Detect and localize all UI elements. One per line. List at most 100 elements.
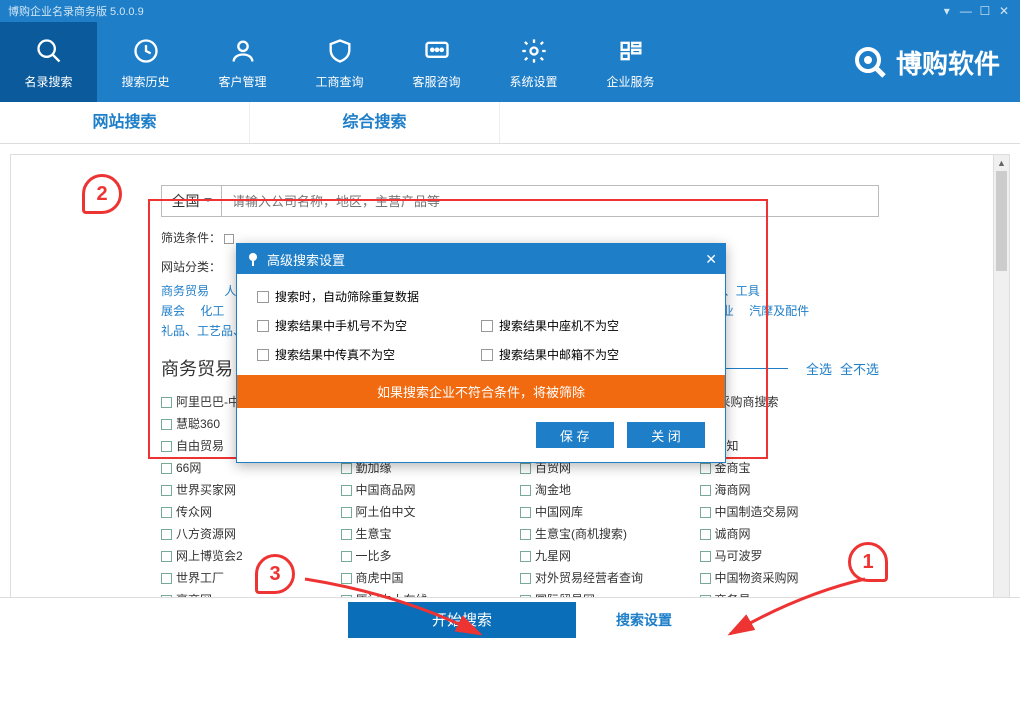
grid-cell: 悉知 [700,435,880,457]
site-checkbox[interactable] [161,419,172,430]
nav-support[interactable]: 客服咨询 [388,22,485,102]
scrollbar[interactable]: ▲ ▼ [993,155,1009,630]
nav-search[interactable]: 名录搜索 [0,22,97,102]
scroll-up-icon[interactable]: ▲ [994,155,1009,171]
grid-cell: 八方资源网 [161,523,341,545]
grid-row: 网上博览会2一比多九星网马可波罗 [161,545,879,567]
shield-icon [324,35,356,67]
site-checkbox[interactable] [700,463,711,474]
opt-fax-checkbox[interactable] [257,349,269,361]
filter-label: 筛选条件： [161,229,221,246]
bottom-bar: 开始搜索 搜索设置 [0,597,1020,641]
modal-close-icon[interactable]: ✕ [705,251,717,268]
nav-enterprise[interactable]: 企业服务 [582,22,679,102]
site-checkbox[interactable] [161,529,172,540]
site-checkbox[interactable] [700,573,711,584]
site-checkbox[interactable] [161,463,172,474]
grid-row: 世界买家网中国商品网淘金地海商网 [161,479,879,501]
cat-link[interactable]: 礼品、工艺品、 [161,324,245,338]
close-button[interactable]: 关 闭 [627,422,705,448]
site-checkbox[interactable] [700,485,711,496]
grid-cell: 中国网库 [520,501,700,523]
cat-link[interactable]: 商务贸易 [161,284,209,298]
cat-link[interactable]: 汽摩及配件 [749,304,809,318]
opt-label: 搜索结果中邮箱不为空 [499,346,619,363]
select-all[interactable]: 全选 [806,359,832,378]
site-label: 中国商品网 [356,479,416,501]
site-checkbox[interactable] [341,551,352,562]
site-checkbox[interactable] [161,507,172,518]
opt-landline-checkbox[interactable] [481,320,493,332]
grid-cell: 诚商网 [700,523,880,545]
grid-cell: 商虎中国 [341,567,521,589]
site-checkbox[interactable] [341,507,352,518]
site-checkbox[interactable] [520,529,531,540]
maximize-icon[interactable]: ☐ [977,4,993,18]
site-label: 诚商网 [715,523,751,545]
site-label: 阿土伯中文 [356,501,416,523]
site-checkbox[interactable] [700,551,711,562]
cat-link[interactable]: 化工 [200,304,224,318]
nav-label: 名录搜索 [24,73,72,90]
grid-cell: 淘金地 [520,479,700,501]
brand-logo: 博购软件 [852,44,1020,81]
opt-dedup-checkbox[interactable] [257,291,269,303]
grid-cell: 九星网 [520,545,700,567]
nav-business[interactable]: 工商查询 [291,22,388,102]
nav-customers[interactable]: 客户管理 [194,22,291,102]
grid-cell: 阿土伯中文 [341,501,521,523]
site-checkbox[interactable] [341,463,352,474]
grid-cell: 传众网 [161,501,341,523]
grid-cell: 生意宝(商机搜索) [520,523,700,545]
opt-label: 搜索时，自动筛除重复数据 [275,288,419,305]
start-search-button[interactable]: 开始搜索 [348,602,576,638]
clock-icon [130,35,162,67]
chat-icon [421,35,453,67]
site-label: 中国网库 [535,501,583,523]
nav-history[interactable]: 搜索历史 [97,22,194,102]
site-checkbox[interactable] [520,507,531,518]
modal-body: 搜索时，自动筛除重复数据 搜索结果中手机号不为空 搜索结果中座机不为空 搜索结果… [237,274,725,462]
dropdown-icon[interactable]: ▾ [939,4,955,18]
site-checkbox[interactable] [341,573,352,584]
site-checkbox[interactable] [161,485,172,496]
search-settings-link[interactable]: 搜索设置 [616,610,672,630]
grid-cell: 一比多 [341,545,521,567]
opt-label: 搜索结果中传真不为空 [275,346,395,363]
filter-checkbox[interactable] [224,234,234,244]
scroll-thumb[interactable] [996,171,1007,271]
title-bar: 博购企业名录商务版 5.0.0.9 ▾ — ☐ ✕ [0,0,1020,22]
site-checkbox[interactable] [520,551,531,562]
site-checkbox[interactable] [341,529,352,540]
opt-email-checkbox[interactable] [481,349,493,361]
opt-mobile-checkbox[interactable] [257,320,269,332]
grid-cell: 海商网 [700,479,880,501]
tab-website-search[interactable]: 网站搜索 [0,102,250,143]
search-input[interactable] [222,186,878,216]
grid-cell: 商 [700,413,880,435]
site-label: 马可波罗 [715,545,763,567]
region-select[interactable]: 全国 [162,186,222,216]
close-icon[interactable]: ✕ [996,4,1012,18]
site-checkbox[interactable] [161,551,172,562]
modal-footer: 保 存 关 闭 [257,422,705,448]
tab-combined-search[interactable]: 综合搜索 [250,102,500,143]
site-checkbox[interactable] [161,441,172,452]
site-label: 自由贸易 [176,435,224,457]
site-checkbox[interactable] [520,463,531,474]
cat-link[interactable]: 展会 [161,304,185,318]
site-checkbox[interactable] [700,507,711,518]
site-checkbox[interactable] [161,573,172,584]
nav-settings[interactable]: 系统设置 [485,22,582,102]
site-label: 八方资源网 [176,523,236,545]
nav-label: 搜索历史 [121,73,169,90]
site-checkbox[interactable] [341,485,352,496]
site-checkbox[interactable] [520,573,531,584]
grid-cell: 中国商品网 [341,479,521,501]
site-checkbox[interactable] [700,529,711,540]
save-button[interactable]: 保 存 [536,422,614,448]
site-checkbox[interactable] [161,397,172,408]
site-checkbox[interactable] [520,485,531,496]
select-none[interactable]: 全不选 [840,359,879,378]
minimize-icon[interactable]: — [958,4,974,18]
